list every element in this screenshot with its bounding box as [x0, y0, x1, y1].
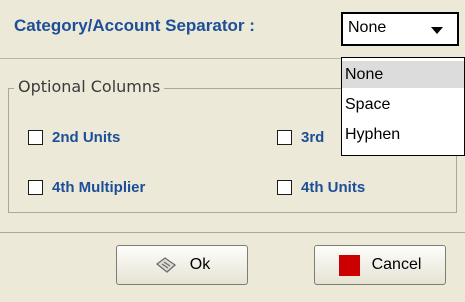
dropdown-option-space[interactable]: Space — [342, 91, 464, 118]
cancel-button[interactable]: Cancel — [314, 245, 446, 285]
import-options-dialog: Category/Account Separator : None Option… — [0, 0, 465, 302]
optional-columns-title: Optional Columns — [14, 77, 165, 96]
separator-select[interactable]: None — [341, 12, 459, 46]
cancel-button-label: Cancel — [371, 256, 422, 273]
top-divider — [0, 58, 341, 59]
dropdown-option-hyphen[interactable]: Hyphen — [342, 121, 464, 148]
checkbox-4th-units[interactable]: 4th Units — [277, 179, 365, 196]
checkbox-box[interactable] — [277, 180, 292, 195]
checkbox-label: 4th Units — [301, 179, 366, 196]
ok-button[interactable]: Ok — [116, 245, 248, 285]
separator-dropdown-list: None Space Hyphen — [341, 57, 465, 156]
chevron-down-icon[interactable] — [431, 27, 443, 34]
checkbox-label: 4th Multiplier — [52, 179, 146, 196]
checkbox-4th-multiplier[interactable]: 4th Multiplier — [28, 179, 145, 196]
checkbox-2nd-units[interactable]: 2nd Units — [28, 129, 120, 146]
button-bar-divider — [0, 232, 465, 233]
checkbox-box[interactable] — [28, 130, 43, 145]
checkbox-box[interactable] — [28, 180, 43, 195]
ok-button-label: Ok — [189, 256, 211, 273]
ok-icon — [154, 255, 178, 275]
checkbox-label: 2nd Units — [52, 129, 121, 146]
separator-label: Category/Account Separator : — [14, 16, 255, 35]
separator-select-value: None — [348, 19, 387, 36]
checkbox-box[interactable] — [277, 130, 292, 145]
dropdown-option-none[interactable]: None — [342, 61, 464, 88]
cancel-square-icon — [338, 254, 360, 276]
checkbox-3rd[interactable]: 3rd — [277, 129, 324, 146]
checkbox-label: 3rd — [301, 129, 325, 146]
